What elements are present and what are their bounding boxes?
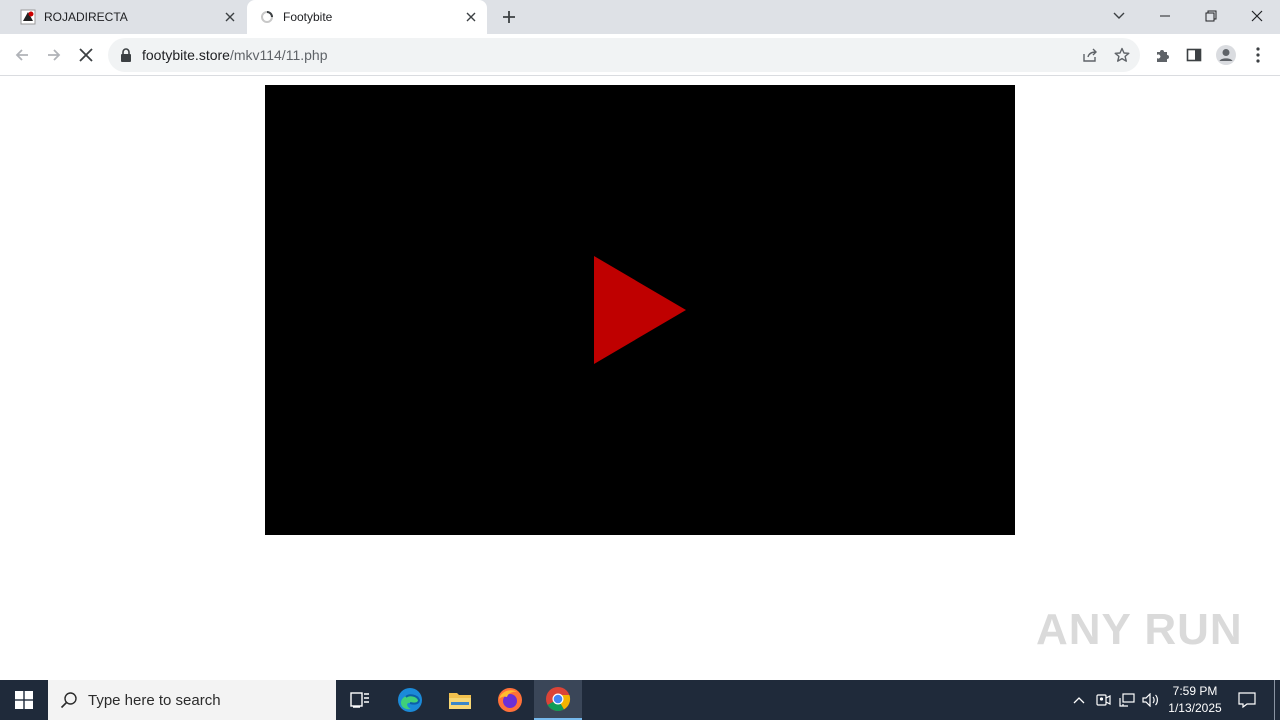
- profile-avatar-icon[interactable]: [1210, 39, 1242, 71]
- taskbar: Type here to search 7:59 PM 1/13/2025: [0, 680, 1280, 720]
- url-path: /mkv114/11.php: [229, 47, 328, 63]
- forward-button[interactable]: [38, 39, 70, 71]
- chrome-taskbar-icon[interactable]: [534, 680, 582, 720]
- tab-title: ROJADIRECTA: [44, 10, 128, 24]
- rojadirecta-favicon-icon: [20, 9, 36, 25]
- network-icon[interactable]: [1116, 680, 1138, 720]
- search-placeholder: Type here to search: [88, 691, 221, 709]
- side-panel-icon[interactable]: [1178, 39, 1210, 71]
- share-icon[interactable]: [1078, 43, 1102, 67]
- show-hidden-icons-chevron-up-icon[interactable]: [1068, 680, 1090, 720]
- show-desktop-button[interactable]: [1274, 680, 1280, 720]
- loading-favicon-icon: [259, 9, 275, 25]
- lock-icon[interactable]: [120, 48, 132, 67]
- firefox-icon[interactable]: [486, 680, 534, 720]
- bookmark-star-icon[interactable]: [1110, 43, 1134, 67]
- tab-title: Footybite: [283, 10, 333, 24]
- play-icon[interactable]: [593, 255, 687, 365]
- search-icon: [60, 691, 78, 709]
- edge-browser-icon[interactable]: [386, 680, 434, 720]
- browser-toolbar: footybite.store/mkv114/11.php: [0, 34, 1280, 76]
- windows-start-icon[interactable]: [0, 680, 48, 720]
- tab-close-icon[interactable]: [461, 7, 481, 27]
- anyrun-watermark: ANY RUN: [1036, 605, 1243, 654]
- new-tab-button[interactable]: [498, 6, 520, 28]
- tab-strip: ROJADIRECTA Footybite: [0, 0, 1280, 34]
- notifications-icon[interactable]: [1232, 680, 1262, 720]
- clock-time: 7:59 PM: [1172, 684, 1218, 698]
- tab-close-icon[interactable]: [220, 7, 240, 27]
- tab-footybite[interactable]: Footybite: [247, 0, 487, 34]
- address-bar[interactable]: footybite.store/mkv114/11.php: [108, 38, 1140, 72]
- system-clock[interactable]: 7:59 PM 1/13/2025: [1164, 683, 1226, 717]
- volume-icon[interactable]: [1140, 680, 1162, 720]
- video-player[interactable]: [265, 85, 1015, 535]
- restore-button[interactable]: [1188, 0, 1234, 32]
- minimize-button[interactable]: [1142, 0, 1188, 32]
- task-view-icon[interactable]: [336, 680, 384, 720]
- url-host: footybite.store: [142, 47, 230, 63]
- back-button[interactable]: [6, 39, 38, 71]
- meet-now-icon[interactable]: [1092, 680, 1114, 720]
- tab-rojadirecta[interactable]: ROJADIRECTA: [8, 0, 246, 34]
- close-window-button[interactable]: [1234, 0, 1280, 32]
- taskbar-search-box[interactable]: Type here to search: [48, 680, 336, 720]
- extensions-puzzle-icon[interactable]: [1146, 39, 1178, 71]
- page-content: ANY RUN: [0, 77, 1280, 680]
- stop-loading-button[interactable]: [70, 39, 102, 71]
- url-text[interactable]: footybite.store/mkv114/11.php: [142, 47, 327, 63]
- file-explorer-icon[interactable]: [436, 680, 484, 720]
- tab-search-chevron-down-icon[interactable]: [1096, 0, 1142, 32]
- clock-date: 1/13/2025: [1168, 701, 1222, 715]
- menu-kebab-icon[interactable]: [1242, 39, 1274, 71]
